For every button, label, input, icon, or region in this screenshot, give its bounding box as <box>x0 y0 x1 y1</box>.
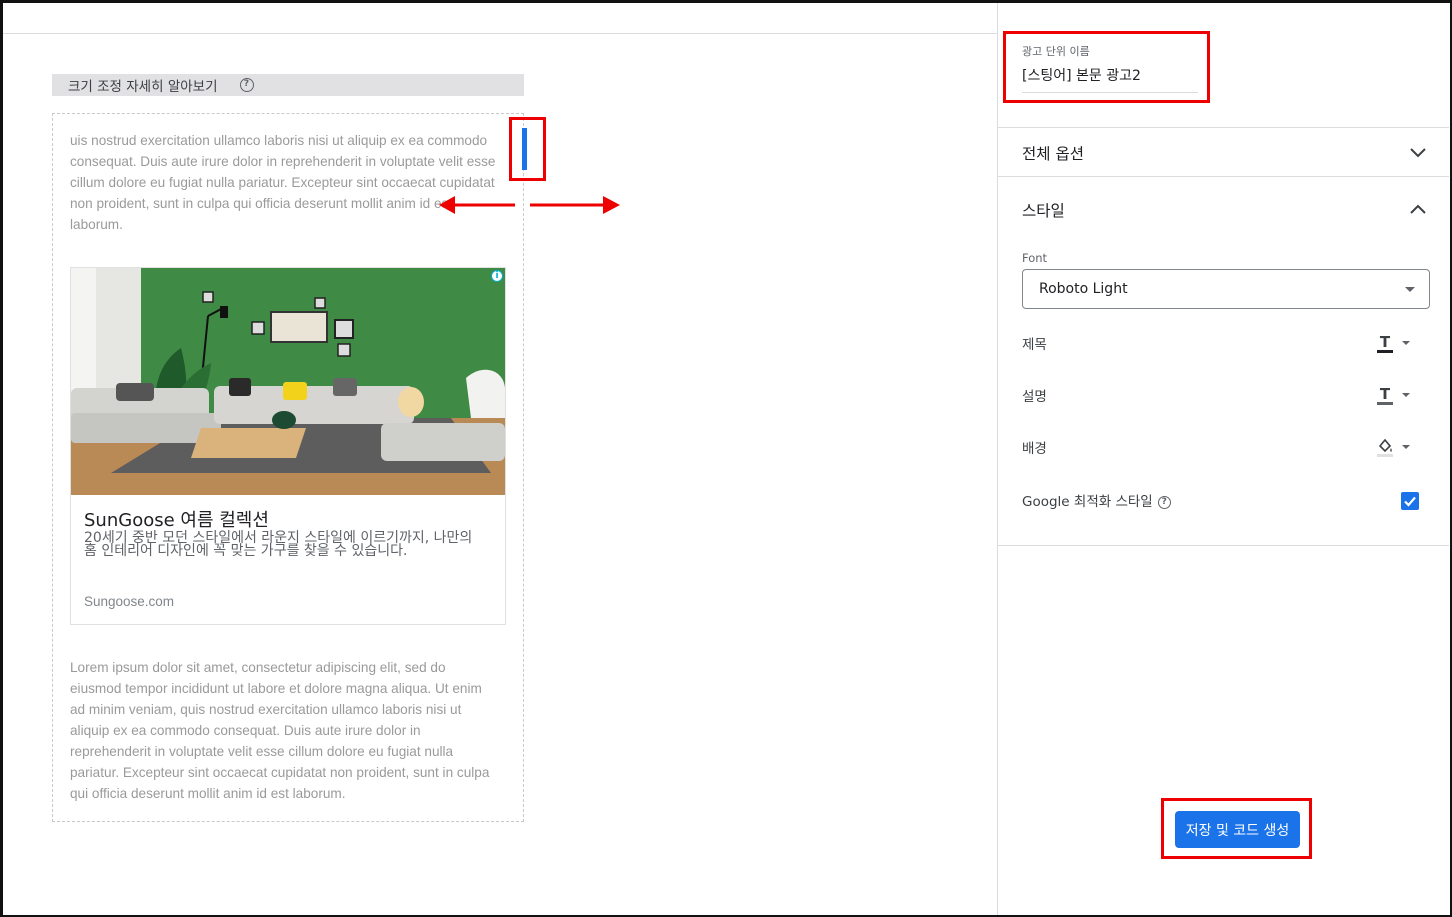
background-style-label: 배경 <box>1022 441 1047 457</box>
title-text-color-picker[interactable]: T <box>1376 333 1416 353</box>
ad-card[interactable]: i SunGoose 여름 컬렉션 20세기 중반 모던 스타일에서 라운지 스… <box>70 267 506 625</box>
annotation-box-unit-name <box>1003 31 1210 103</box>
annotation-box-handle <box>509 117 546 181</box>
dropdown-arrow-icon <box>1402 445 1410 449</box>
text-color-icon: T <box>1377 333 1393 353</box>
info-icon[interactable]: i <box>491 270 503 282</box>
panel-divider <box>997 3 998 915</box>
help-icon[interactable]: ? <box>239 78 254 92</box>
top-divider <box>3 33 997 34</box>
dropdown-arrow-icon <box>1402 341 1410 345</box>
fill-color-icon <box>1377 438 1393 457</box>
dropdown-arrow-icon <box>1402 393 1410 397</box>
annotation-box-save <box>1161 798 1312 859</box>
ad-description: 20세기 중반 모던 스타일에서 라운지 스타일에 이르기까지, 나만의 홈 인… <box>84 530 473 559</box>
google-optimized-style-label: Google 최적화 스타일 <box>1022 494 1153 510</box>
resize-help-bar[interactable]: 크기 조정 자세히 알아보기 ? <box>52 74 524 96</box>
placeholder-text-bottom: Lorem ipsum dolor sit amet, consectetur … <box>70 660 490 801</box>
placeholder-text-top: uis nostrud exercitation ullamco laboris… <box>70 133 496 232</box>
style-section-header[interactable]: 스타일 <box>1022 199 1065 221</box>
dropdown-arrow-icon <box>1405 287 1415 292</box>
font-select-value: Roboto Light <box>1039 281 1128 297</box>
title-style-label: 제목 <box>1022 337 1047 353</box>
google-optimized-checkbox[interactable] <box>1401 492 1419 510</box>
all-options-header[interactable]: 전체 옵션 <box>1022 142 1084 164</box>
svg-text:T: T <box>1380 333 1391 351</box>
chevron-up-icon[interactable] <box>1409 203 1427 215</box>
check-icon <box>1404 496 1416 507</box>
divider <box>998 176 1449 177</box>
help-icon[interactable]: ? <box>1157 495 1171 509</box>
resize-arrows-icon <box>439 196 620 214</box>
font-select[interactable]: Roboto Light <box>1022 269 1430 309</box>
background-color-picker[interactable] <box>1376 437 1416 457</box>
svg-text:T: T <box>1380 385 1391 403</box>
divider <box>998 545 1449 546</box>
divider <box>998 127 1449 128</box>
resize-help-text: 크기 조정 자세히 알아보기 <box>68 79 218 95</box>
ad-title[interactable]: SunGoose 여름 컬렉션 <box>84 506 269 532</box>
font-label: Font <box>1022 251 1048 265</box>
ad-image: i <box>71 268 505 495</box>
description-style-label: 설명 <box>1022 389 1047 405</box>
google-optimized-style-row: Google 최적화 스타일? <box>1022 490 1171 510</box>
ad-url[interactable]: Sungoose.com <box>84 594 174 609</box>
chevron-down-icon[interactable] <box>1409 146 1427 158</box>
description-text-color-picker[interactable]: T <box>1376 385 1416 405</box>
text-color-icon: T <box>1377 385 1393 405</box>
